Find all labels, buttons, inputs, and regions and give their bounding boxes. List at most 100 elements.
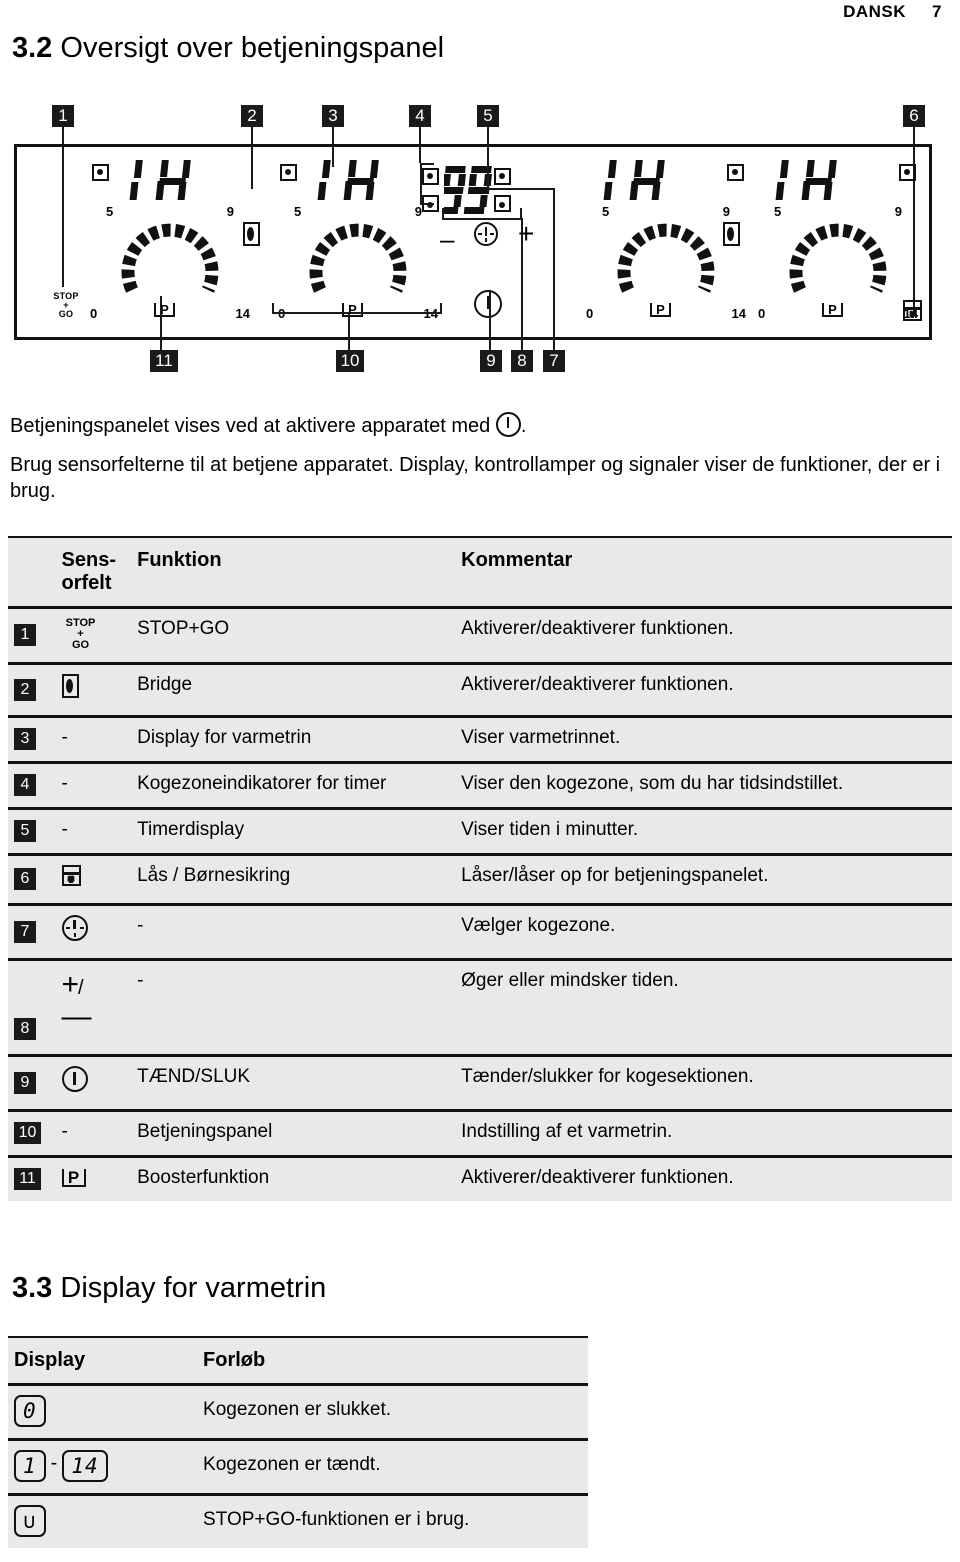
zone-3-indicator-icon — [727, 164, 744, 181]
table-row: 4 - Kogezoneindikatorer for timer Viser … — [8, 761, 952, 809]
page-header: DANSK 7 — [843, 2, 942, 22]
row-function-cell: Kogezoneindikatorer for timer — [131, 761, 456, 809]
zone-4-label-9: 9 — [894, 204, 902, 219]
row-number-cell: 8 — [8, 958, 56, 1056]
display-progress-cell: STOP+GO-funktionen er i brug. — [197, 1493, 588, 1548]
row-icon-cell — [55, 903, 132, 960]
row-number-badge: 4 — [14, 774, 36, 796]
lock-icon[interactable] — [61, 865, 81, 886]
row-number-badge: 9 — [14, 1071, 36, 1094]
leader-line-8-left — [442, 208, 444, 220]
row-number-badge: 7 — [14, 920, 36, 943]
leader-line-7-stem — [553, 188, 555, 352]
zone-2-heat-display — [314, 158, 386, 209]
zone-4-booster-letter: P — [828, 302, 837, 317]
stopgo-icon[interactable]: STOP + GO — [62, 618, 100, 651]
callout-5: 5 — [477, 105, 499, 127]
zone-1-booster-letter: P — [160, 302, 169, 317]
row-icon-cell: STOP + GO — [55, 606, 132, 664]
minus-glyph: — — [61, 1000, 92, 1033]
power-icon[interactable] — [61, 1066, 88, 1092]
leader-line-8-h — [442, 218, 522, 220]
plus-glyph: + — [61, 968, 80, 1001]
row-comment-cell: Viser varmetrinnet. — [455, 715, 952, 763]
row-comment-cell: Viser den kogezone, som du har tidsindst… — [455, 761, 952, 809]
callout-3: 3 — [322, 105, 344, 127]
panel-bridge-icon-left[interactable] — [243, 222, 260, 251]
row-number-cell: 10 — [8, 1109, 56, 1157]
intro-line1-period: . — [520, 415, 527, 437]
row-number-badge: 10 — [14, 1122, 41, 1144]
header-blank — [8, 536, 56, 608]
row-function-cell: Timerdisplay — [131, 807, 456, 855]
clock-icon[interactable] — [61, 915, 88, 941]
timer-zone-select-icon[interactable] — [474, 222, 498, 251]
zone-1-label-5: 5 — [106, 204, 114, 219]
table-row: 11 P Boosterfunktion Aktiverer/deaktiver… — [8, 1155, 952, 1201]
callout-7: 7 — [543, 350, 565, 372]
zone-4-booster-icon[interactable]: P — [822, 301, 843, 319]
row-number-badge: 11 — [14, 1168, 41, 1190]
panel-bridge-icon-right[interactable] — [723, 222, 740, 251]
row-function-cell: - — [131, 903, 456, 960]
row-comment-cell: Indstilling af et varmetrin. — [455, 1109, 952, 1157]
header-sensor-field: Sens- orfelt — [55, 536, 132, 608]
row-number-cell: 6 — [8, 853, 56, 905]
seven-segment-box-stopgo: ∪ — [14, 1505, 46, 1537]
display-value-cell: 0 — [8, 1383, 198, 1440]
table-row: 3 - Display for varmetrin Viser varmetri… — [8, 715, 952, 763]
callout-6: 6 — [903, 105, 925, 127]
header-function: Funktion — [131, 536, 456, 608]
seven-segment-box-high: 14 — [62, 1450, 108, 1482]
plus-minus-icon[interactable]: +/ — — [61, 970, 126, 1033]
table-row: 1-14 Kogezonen er tændt. — [8, 1438, 588, 1495]
panel-power-icon[interactable] — [474, 290, 502, 323]
timer-zone-indicator-3 — [494, 168, 511, 185]
bridge-icon[interactable] — [61, 674, 79, 698]
row-number-badge: 8 — [14, 1018, 36, 1040]
seven-segment-14-zone-1 — [129, 160, 191, 200]
leader-line-8-stem — [521, 218, 523, 352]
leader-line-9-stem — [489, 290, 491, 352]
row-icon-cell: - — [55, 761, 132, 809]
zone-3-booster-icon[interactable]: P — [650, 301, 671, 319]
row-number-badge: 5 — [14, 820, 36, 842]
timer-decrease-button[interactable]: – — [440, 226, 454, 252]
zone-2-indicator-icon — [280, 164, 297, 181]
panel-stopgo-label: STOP + GO — [44, 292, 88, 319]
intro-paragraph-2: Brug sensorfelterne til at betjene appar… — [10, 454, 941, 502]
intro-line1-text: Betjeningspanelet vises ved at aktivere … — [10, 415, 491, 437]
section-title-overview: 3.2 Oversigt over betjeningspanel — [12, 32, 444, 65]
zone-1-heat-display — [126, 158, 198, 209]
row-function-cell: Betjeningspanel — [131, 1109, 456, 1157]
leader-line-10-left — [272, 303, 274, 313]
row-number-cell: 4 — [8, 761, 56, 809]
row-comment-cell: Aktiverer/deaktiverer funktionen. — [455, 662, 952, 717]
panel-lock-icon[interactable] — [903, 300, 922, 326]
zone-1-booster-icon[interactable]: P — [154, 301, 175, 319]
power-icon-inline — [495, 412, 521, 437]
leader-line-7-h — [487, 188, 555, 190]
callout-10: 10 — [336, 350, 364, 372]
row-comment-cell: Tænder/slukker for kogesektionen. — [455, 1054, 952, 1111]
display-value-cell: 1-14 — [8, 1438, 198, 1495]
row-number-badge: 1 — [14, 624, 36, 646]
seven-segment-box: 0 — [14, 1395, 46, 1427]
zone-2-booster-icon[interactable]: P — [342, 301, 363, 319]
booster-p-icon[interactable]: P — [61, 1167, 86, 1189]
panel-stopgo-line3: GO — [58, 309, 74, 319]
row-number-cell: 5 — [8, 807, 56, 855]
table-row: 7 - Vælger kogezone. — [8, 903, 952, 960]
callout-8: 8 — [511, 350, 533, 372]
row-number-cell: 2 — [8, 662, 56, 717]
zone-2-booster-letter: P — [348, 302, 357, 317]
table-row: 8 +/ — - Øger eller mindsker tiden. — [8, 958, 952, 1056]
intro-paragraph-1: Betjeningspanelet vises ved at aktivere … — [10, 412, 950, 439]
display-table: Display Forløb 0 Kogezonen er slukket. 1… — [8, 1336, 588, 1548]
leader-line-10-right — [440, 303, 442, 313]
zone-3-label-9: 9 — [722, 204, 730, 219]
zone-4-indicator-icon — [899, 164, 916, 181]
language-label: DANSK — [843, 2, 907, 21]
display-value-cell: ∪ — [8, 1493, 198, 1548]
zone-1-indicator-icon — [92, 164, 109, 181]
